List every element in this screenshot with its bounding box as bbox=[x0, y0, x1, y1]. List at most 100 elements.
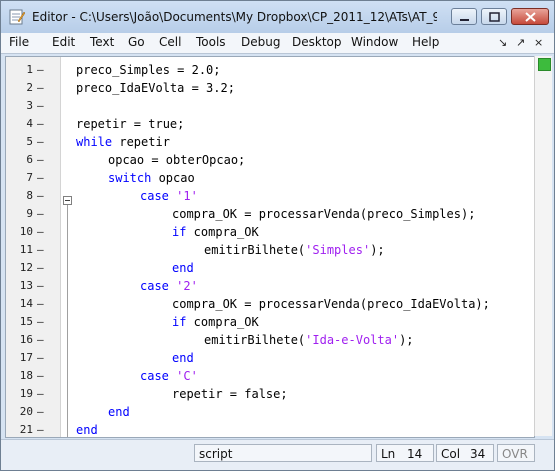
line-number: 5 bbox=[26, 135, 33, 148]
line-number: 4 bbox=[26, 117, 33, 130]
code-text: switch opcao bbox=[108, 169, 195, 187]
keyword-token: switch bbox=[108, 171, 152, 185]
code-text: if compra_OK bbox=[172, 313, 259, 331]
code-line[interactable]: 21 — end bbox=[6, 421, 534, 437]
menu-edit[interactable]: Edit bbox=[52, 35, 75, 49]
breakpoint-marker[interactable]: — bbox=[37, 61, 44, 79]
breakpoint-marker[interactable]: — bbox=[37, 133, 44, 151]
menu-go[interactable]: Go bbox=[128, 35, 145, 49]
code-line[interactable]: 12 — end bbox=[6, 259, 534, 277]
code-line[interactable]: 8 — case '1' bbox=[6, 187, 534, 205]
code-text: compra_OK = processarVenda(preco_Simples… bbox=[172, 205, 475, 223]
menu-window[interactable]: Window bbox=[351, 35, 398, 49]
line-number: 10 bbox=[19, 225, 33, 238]
code-line[interactable]: 2 — preco_IdaEVolta = 3.2; bbox=[6, 79, 534, 97]
code-line[interactable]: 14 — compra_OK = processarVenda(preco_IdaE… bbox=[6, 295, 534, 313]
minimize-button[interactable] bbox=[451, 8, 477, 25]
code-text: emitirBilhete('Ida-e-Volta'); bbox=[204, 331, 414, 349]
fold-toggle-icon[interactable] bbox=[63, 196, 72, 205]
code-editor[interactable]: 1 — preco_Simples = 2.0; 2 — preco_IdaEVolta … bbox=[5, 56, 535, 438]
code-token: compra_OK bbox=[186, 315, 259, 329]
code-line[interactable]: 3— bbox=[6, 97, 534, 115]
breakpoint-marker[interactable]: — bbox=[37, 169, 44, 187]
code-token: repetir = false; bbox=[172, 387, 288, 401]
menu-desktop[interactable]: Desktop bbox=[292, 35, 342, 49]
code-line[interactable]: 5 — while repetir bbox=[6, 133, 534, 151]
line-number: 21 bbox=[19, 423, 33, 436]
code-line[interactable]: 13 — case '2' bbox=[6, 277, 534, 295]
line-number: 3 bbox=[26, 99, 33, 112]
minimize-icon bbox=[460, 19, 469, 21]
maximize-icon bbox=[489, 12, 500, 22]
code-line[interactable]: 19 — repetir = false; bbox=[6, 385, 534, 403]
code-line[interactable]: 10 — if compra_OK bbox=[6, 223, 534, 241]
menu-help[interactable]: Help bbox=[412, 35, 439, 49]
code-line[interactable]: 4 — repetir = true; bbox=[6, 115, 534, 133]
undock-icon[interactable]: ↗ bbox=[516, 36, 525, 49]
breakpoint-marker[interactable]: — bbox=[37, 223, 44, 241]
breakpoint-marker[interactable]: — bbox=[37, 79, 44, 97]
code-text: case 'C' bbox=[140, 367, 198, 385]
code-line[interactable]: 9 — compra_OK = processarVenda(preco_Simpl… bbox=[6, 205, 534, 223]
fold-guide bbox=[67, 205, 68, 437]
breakpoint-marker[interactable]: — bbox=[37, 115, 44, 133]
breakpoint-marker[interactable]: — bbox=[37, 277, 44, 295]
code-line[interactable]: 15 — if compra_OK bbox=[6, 313, 534, 331]
menu-file[interactable]: File bbox=[9, 35, 29, 49]
code-line[interactable]: 7 — switch opcao bbox=[6, 169, 534, 187]
code-analyzer-bar[interactable] bbox=[534, 56, 552, 436]
breakpoint-marker[interactable]: — bbox=[37, 385, 44, 403]
line-number: 6 bbox=[26, 153, 33, 166]
breakpoint-marker[interactable]: — bbox=[37, 313, 44, 331]
breakpoint-marker[interactable]: — bbox=[37, 241, 44, 259]
menu-text[interactable]: Text bbox=[90, 35, 114, 49]
dock-icon[interactable]: ↘ bbox=[498, 36, 507, 49]
breakpoint-marker[interactable]: — bbox=[37, 331, 44, 349]
close-icon bbox=[525, 12, 536, 22]
code-line[interactable]: 18 — case 'C' bbox=[6, 367, 534, 385]
code-token: compra_OK = processarVenda(preco_IdaEVol… bbox=[172, 297, 490, 311]
window-title: Editor - C:\Users\João\Documents\My Drop… bbox=[32, 10, 437, 24]
code-line[interactable]: 6 — opcao = obterOpcao; bbox=[6, 151, 534, 169]
breakpoint-marker[interactable]: — bbox=[37, 421, 44, 437]
breakpoint-marker[interactable]: — bbox=[37, 97, 44, 115]
line-number: 8 bbox=[26, 189, 33, 202]
code-token: emitirBilhete( bbox=[204, 243, 306, 257]
code-token: preco_Simples = 2.0; bbox=[76, 63, 221, 77]
keyword-token: end bbox=[76, 423, 98, 437]
menu-debug[interactable]: Debug bbox=[241, 35, 280, 49]
line-indicator: Ln 14 bbox=[376, 444, 434, 462]
breakpoint-marker[interactable]: — bbox=[37, 151, 44, 169]
code-token: ); bbox=[370, 243, 385, 257]
line-number: 14 bbox=[19, 297, 33, 310]
breakpoint-marker[interactable]: — bbox=[37, 187, 44, 205]
maximize-button[interactable] bbox=[481, 8, 507, 25]
string-token: 'Ida-e-Volta' bbox=[305, 333, 400, 347]
breakpoint-marker[interactable]: — bbox=[37, 349, 44, 367]
string-token: 'C' bbox=[176, 369, 198, 383]
code-token: preco_IdaEVolta = 3.2; bbox=[76, 81, 235, 95]
code-line[interactable]: 20 — end bbox=[6, 403, 534, 421]
column-value: 34 bbox=[470, 447, 486, 461]
breakpoint-marker[interactable]: — bbox=[37, 259, 44, 277]
code-line[interactable]: 1 — preco_Simples = 2.0; bbox=[6, 61, 534, 79]
line-number: 20 bbox=[19, 405, 33, 418]
code-analyzer-ok-indicator[interactable] bbox=[538, 58, 551, 71]
close-button[interactable] bbox=[511, 8, 549, 25]
menu-cell[interactable]: Cell bbox=[159, 35, 181, 49]
code-line[interactable]: 11 — emitirBilhete('Simples'); bbox=[6, 241, 534, 259]
menu-tools[interactable]: Tools bbox=[196, 35, 226, 49]
code-token: compra_OK = processarVenda(preco_Simples… bbox=[172, 207, 476, 221]
breakpoint-marker[interactable]: — bbox=[37, 403, 44, 421]
breakpoint-marker[interactable]: — bbox=[37, 205, 44, 223]
title-bar[interactable]: Editor - C:\Users\João\Documents\My Drop… bbox=[1, 1, 554, 33]
close-document-icon[interactable]: × bbox=[534, 36, 543, 49]
breakpoint-marker[interactable]: — bbox=[37, 367, 44, 385]
line-number: 18 bbox=[19, 369, 33, 382]
code-line[interactable]: 16 — emitirBilhete('Ida-e-Volta'); bbox=[6, 331, 534, 349]
code-line[interactable]: 17 — end bbox=[6, 349, 534, 367]
menu-bar: File Edit Text Go Cell Tools Debug Deskt… bbox=[1, 33, 554, 54]
breakpoint-marker[interactable]: — bbox=[37, 295, 44, 313]
line-number: 19 bbox=[19, 387, 33, 400]
file-type-text: script bbox=[199, 447, 233, 461]
